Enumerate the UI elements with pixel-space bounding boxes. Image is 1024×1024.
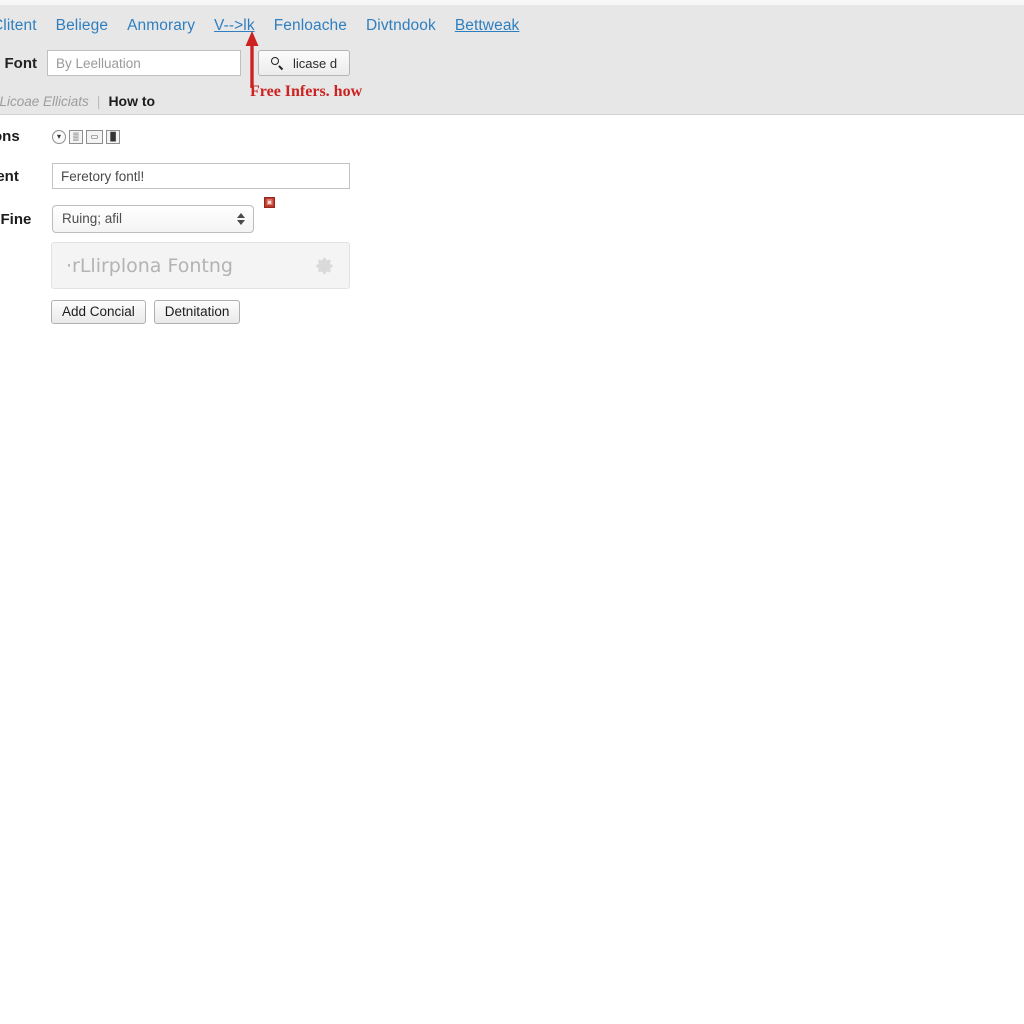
- form-row-select: e Fine Ruing; afil ▣: [0, 197, 275, 233]
- main-content: fons ▾ ▒ ▭ ▐▌ cent e Fine Ruing; afil: [0, 115, 1024, 1024]
- columns-tool-button[interactable]: ▐▌: [106, 129, 120, 144]
- select-row-label: e Fine: [0, 210, 32, 228]
- nav-item-beliege[interactable]: Beliege: [56, 17, 108, 35]
- breadcrumb: / Licoae Elliciats | How to: [0, 93, 155, 109]
- nav-item-anmorary[interactable]: Anmorary: [127, 17, 195, 35]
- link-icon: ▭: [90, 131, 99, 141]
- icon-toolbar: ▾ ▒ ▭ ▐▌: [52, 129, 120, 144]
- search-label: e Font: [0, 54, 37, 72]
- form-row-text: cent: [0, 163, 350, 189]
- dropdown-caret-button[interactable]: ▾: [52, 129, 66, 144]
- search-button[interactable]: licase d: [258, 50, 351, 76]
- detnitation-button[interactable]: Detnitation: [153, 300, 241, 324]
- select-wrapper: Ruing; afil: [52, 205, 254, 233]
- icons-row-label: fons: [0, 128, 20, 145]
- action-button-row: Add Concial Detnitation: [51, 300, 241, 324]
- breadcrumb-current[interactable]: How to: [108, 93, 155, 109]
- form-row-icons: fons ▾ ▒ ▭ ▐▌: [0, 128, 120, 145]
- nav-item-divtndook[interactable]: Divtndook: [366, 17, 436, 35]
- columns-icon: ▐▌: [107, 131, 119, 141]
- font-preview-box[interactable]: ·rLlirplona Fontng: [51, 242, 350, 289]
- search-button-label: licase d: [293, 55, 338, 71]
- link-tool-button[interactable]: ▭: [86, 129, 103, 144]
- status-badge[interactable]: ▣: [264, 197, 275, 208]
- content-text-field[interactable]: [52, 163, 350, 189]
- add-concial-button[interactable]: Add Concial: [51, 300, 146, 324]
- nav-item-clitent[interactable]: Clitent: [0, 17, 37, 35]
- search-row: e Font licase d: [0, 50, 351, 76]
- image-tool-button[interactable]: ▒: [69, 129, 83, 144]
- nav-item-fenloache[interactable]: Fenloache: [274, 17, 347, 35]
- site-header: Clitent Beliege Anmorary V-->lk Fenloach…: [0, 5, 1024, 115]
- search-icon: [271, 56, 284, 70]
- chevron-down-icon: ▾: [56, 131, 61, 141]
- rule-select[interactable]: Ruing; afil: [52, 205, 254, 233]
- breadcrumb-muted[interactable]: / Licoae Elliciats: [0, 94, 89, 109]
- up-arrow-icon: [245, 31, 259, 88]
- image-icon: ▒: [73, 131, 79, 141]
- text-row-label: cent: [0, 167, 19, 185]
- breadcrumb-divider: |: [96, 93, 101, 109]
- gear-icon[interactable]: [315, 256, 335, 276]
- nav-item-bettweak[interactable]: Bettweak: [455, 17, 520, 35]
- primary-navigation: Clitent Beliege Anmorary V-->lk Fenloach…: [0, 17, 519, 35]
- search-input[interactable]: [47, 50, 241, 76]
- annotation-label: Free Infers. how: [250, 83, 363, 100]
- font-preview-text: ·rLlirplona Fontng: [66, 254, 233, 277]
